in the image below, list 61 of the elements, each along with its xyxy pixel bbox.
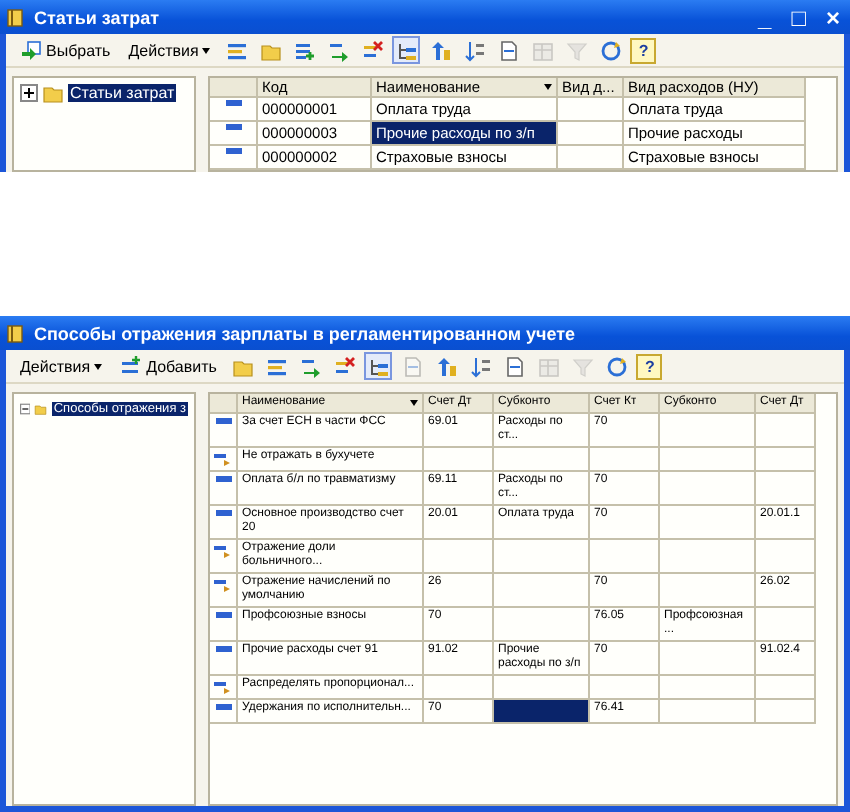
folder-icon	[231, 355, 254, 377]
table-icon	[537, 355, 560, 377]
tree-item[interactable]: Статьи затрат	[68, 84, 177, 102]
list-plus-icon	[293, 39, 316, 61]
toolbar-icon-button[interactable]	[466, 352, 495, 380]
list-icon	[265, 355, 288, 377]
list-icon	[225, 39, 248, 61]
toolbar-button[interactable]: Выбрать	[14, 36, 117, 64]
refresh-icon	[605, 355, 628, 377]
arrow-icon	[327, 39, 350, 61]
arrow-icon	[214, 578, 232, 592]
delete-icon	[333, 355, 356, 377]
book-icon	[6, 323, 26, 343]
hierarchy-icon	[395, 39, 418, 61]
up-arrow-icon	[435, 355, 458, 377]
dash-icon	[215, 418, 231, 424]
window-control[interactable]: □	[787, 5, 810, 29]
expander-icon[interactable]	[20, 84, 38, 102]
dash-icon	[225, 124, 241, 130]
dash-icon	[215, 612, 231, 618]
help-button[interactable]: ?	[630, 37, 657, 63]
hierarchy-icon	[367, 355, 390, 377]
dash-icon	[215, 476, 231, 482]
sort-icon	[463, 39, 486, 61]
sort-icon	[469, 355, 492, 377]
toolbar-icon-button[interactable]	[460, 36, 489, 64]
refresh-icon	[599, 39, 622, 61]
delete-icon	[361, 39, 384, 61]
arrow-icon	[214, 680, 232, 694]
document-icon	[503, 355, 526, 377]
actions-menu[interactable]: Действия	[14, 352, 109, 380]
folder-icon	[42, 82, 64, 104]
toolbar-icon-button[interactable]	[602, 352, 631, 380]
actions-menu[interactable]: Действия	[122, 36, 217, 64]
dash-icon	[215, 704, 231, 710]
filter-icon	[571, 355, 594, 377]
document-icon	[401, 355, 424, 377]
window-control[interactable]: ×	[821, 5, 844, 29]
help-button[interactable]: ?	[636, 353, 663, 379]
window-title: Статьи затрат	[34, 7, 160, 27]
window-control[interactable]: _	[754, 5, 776, 29]
dash-icon	[215, 646, 231, 652]
select-icon	[20, 39, 42, 61]
dash-icon	[215, 510, 231, 516]
add-icon	[120, 355, 143, 377]
up-arrow-icon	[429, 39, 452, 61]
dash-icon	[225, 100, 241, 106]
toolbar-icon-button[interactable]	[392, 36, 421, 64]
arrow-icon	[214, 544, 232, 558]
folder-icon	[259, 39, 282, 61]
toolbar-button[interactable]: Добавить	[114, 352, 223, 380]
arrow-icon	[299, 355, 322, 377]
window-title: Способы отражения зарплаты в регламентированном учете	[34, 323, 576, 343]
arrow-icon	[214, 452, 232, 466]
toolbar-icon-button[interactable]	[364, 352, 393, 380]
table-icon	[531, 39, 554, 61]
document-icon	[497, 39, 520, 61]
dash-icon	[225, 148, 241, 154]
toolbar-icon-button[interactable]	[596, 36, 625, 64]
filter-icon	[565, 39, 588, 61]
book-icon	[6, 7, 26, 27]
